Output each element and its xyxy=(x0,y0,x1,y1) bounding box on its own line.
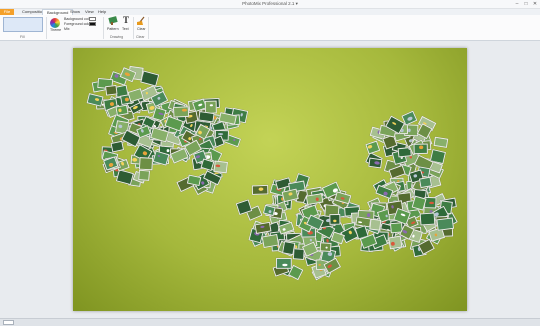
group-label-drawing: Drawing xyxy=(110,35,124,39)
collage-canvas[interactable] xyxy=(73,48,467,311)
clear-label: Clear xyxy=(137,27,146,31)
color-wheel-icon[interactable] xyxy=(50,18,60,28)
divider xyxy=(148,17,149,39)
group-label-clear: Clear xyxy=(136,35,145,39)
divider xyxy=(103,17,104,39)
foreground-color-label: Foreground color xyxy=(64,22,92,26)
background-preview-thumbnail[interactable] xyxy=(3,17,43,32)
theme-label: Theme xyxy=(50,28,62,32)
close-button[interactable]: ✕ xyxy=(531,1,539,7)
window-title: PhotoMix Professional 2.1 ▾ xyxy=(242,1,298,6)
divider xyxy=(46,17,47,39)
group-label-fill: Fill xyxy=(20,35,25,39)
workspace xyxy=(0,41,540,318)
background-color-swatch[interactable] xyxy=(89,17,96,21)
status-bar xyxy=(0,318,540,326)
title-bar: PhotoMix Professional 2.1 ▾ – □ ✕ xyxy=(0,0,540,9)
pattern-label: Pattern xyxy=(107,27,119,31)
background-color-label: Background color xyxy=(64,17,92,21)
zoom-box[interactable] xyxy=(3,320,14,325)
minimize-button[interactable]: – xyxy=(513,1,521,7)
divider xyxy=(133,17,134,39)
foreground-color-swatch[interactable] xyxy=(89,22,96,26)
ribbon: Fill Theme Background color Foreground c… xyxy=(0,15,540,41)
text-label: Text xyxy=(122,27,129,31)
maximize-button[interactable]: □ xyxy=(522,1,530,7)
mix-label: Mix xyxy=(64,27,70,31)
text-tool-icon[interactable]: T xyxy=(120,15,132,25)
butterfly-photo-collage xyxy=(86,65,459,281)
